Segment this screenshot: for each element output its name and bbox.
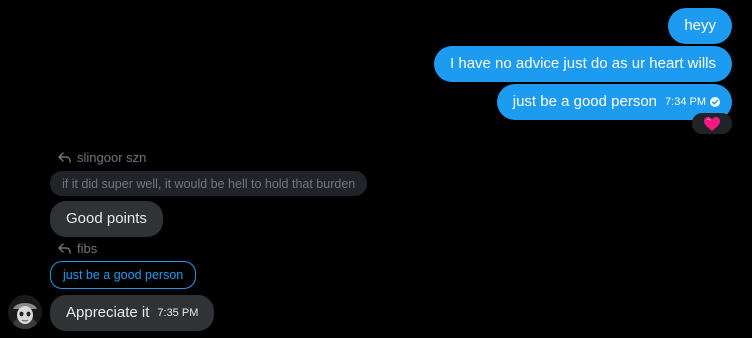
message-text: just be a good person [512,93,658,110]
replied-to-name: fibs [77,240,98,256]
message-text: heyy [684,17,716,34]
quoted-text: just be a good person [63,268,184,282]
message-reaction[interactable] [692,113,732,134]
timestamp-text: 7:34 PM [665,96,706,108]
avatar[interactable] [8,295,42,329]
avatar-image [8,295,42,329]
outgoing-message[interactable]: I have no advice just do as ur heart wil… [434,46,732,82]
message-timestamp: 7:35 PM [157,307,199,319]
reply-arrow-icon [58,151,71,163]
message-text: Good points [66,210,147,227]
reply-context: slingoor szn [58,148,146,166]
quoted-message[interactable]: just be a good person [50,261,197,289]
seen-check-icon [710,97,720,107]
conversation-view: heyy I have no advice just do as ur hear… [0,0,752,338]
outgoing-message[interactable]: heyy [668,8,732,44]
reply-context: fibs [58,239,97,257]
quoted-message[interactable]: if it did super well, it would be hell t… [50,171,368,196]
message-timestamp: 7:34 PM [665,93,720,111]
incoming-message[interactable]: Appreciate it 7:35 PM [50,295,215,331]
reply-arrow-icon [58,242,71,254]
incoming-message[interactable]: Good points [50,201,163,237]
quoted-text: if it did super well, it would be hell t… [62,176,356,191]
message-text: I have no advice just do as ur heart wil… [450,55,716,72]
replied-to-name: slingoor szn [77,149,147,165]
heart-icon [704,116,720,131]
message-text: Appreciate it [66,304,150,321]
